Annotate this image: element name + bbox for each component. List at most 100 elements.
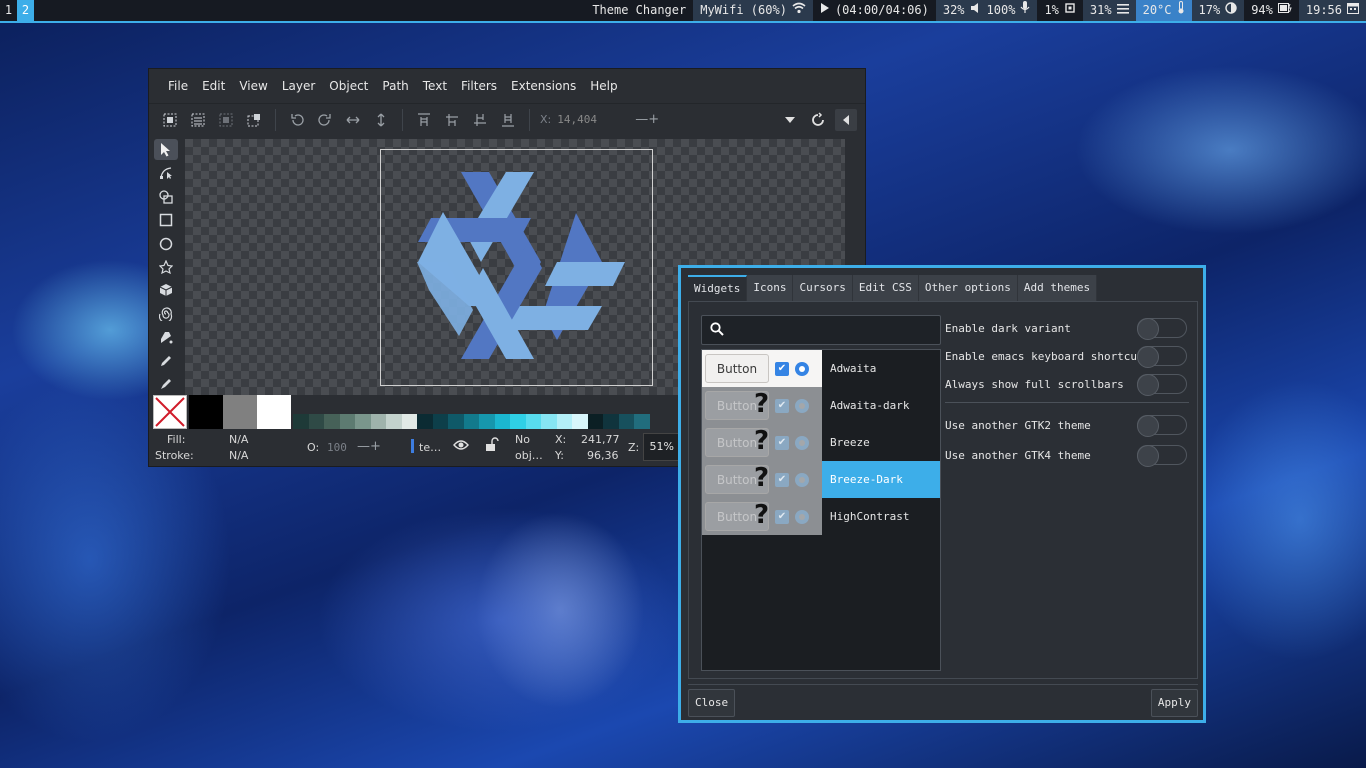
palette-swatch[interactable] [572, 414, 588, 429]
menu-path[interactable]: Path [375, 79, 415, 93]
tab-widgets[interactable]: Widgets [688, 275, 748, 301]
gtk4-theme-toggle[interactable] [1137, 445, 1187, 467]
palette-swatch[interactable] [448, 414, 464, 429]
palette-swatch[interactable] [618, 414, 634, 429]
palette-swatch[interactable] [417, 414, 433, 429]
palette-swatch[interactable] [494, 414, 510, 429]
x-value[interactable]: 14,404 [557, 113, 629, 126]
menu-edit[interactable]: Edit [195, 79, 232, 93]
menu-text[interactable]: Text [416, 79, 454, 93]
workspace-1[interactable]: 1 [0, 0, 17, 21]
rotate-cw-icon[interactable] [314, 109, 336, 131]
palette-swatch[interactable] [339, 414, 355, 429]
wifi-status[interactable]: MyWifi (60%) [693, 0, 813, 21]
select-all-icon[interactable] [159, 109, 181, 131]
lower-to-bottom-icon[interactable] [497, 109, 519, 131]
palette-swatch[interactable] [432, 414, 448, 429]
rectangle-tool-icon[interactable] [154, 209, 178, 230]
star-tool-icon[interactable] [154, 256, 178, 277]
theme-row[interactable]: Button ✔? Breeze [702, 424, 940, 461]
palette-swatch[interactable] [324, 414, 340, 429]
x-position-field[interactable]: X: 14,404 —+ [540, 112, 659, 127]
gtk2-theme-toggle[interactable] [1137, 415, 1187, 437]
eye-visibility-icon[interactable] [453, 439, 469, 454]
palette-swatch[interactable] [556, 414, 572, 429]
spiral-tool-icon[interactable] [154, 303, 178, 324]
tab-edit-css[interactable]: Edit CSS [852, 275, 919, 301]
palette-swatch[interactable] [463, 414, 479, 429]
palette-swatch[interactable] [634, 414, 650, 429]
palette-swatch[interactable] [293, 414, 309, 429]
menu-filters[interactable]: Filters [454, 79, 504, 93]
option-emacs-shortcuts[interactable]: Enable emacs keyboard shortcuts [945, 342, 1189, 370]
x-stepper-icon[interactable]: —+ [635, 112, 659, 127]
current-layer[interactable]: te… [419, 441, 441, 454]
no-paint-swatch[interactable] [153, 395, 187, 429]
theme-row[interactable]: Button ✔? HighContrast [702, 498, 940, 535]
theme-row[interactable]: Button ✔? Breeze-Dark [702, 461, 940, 498]
volume-status[interactable]: 32% 100% [935, 0, 1038, 21]
lock-open-icon[interactable] [485, 437, 499, 456]
search-input[interactable] [730, 324, 940, 336]
3d-box-tool-icon[interactable] [154, 280, 178, 301]
palette-swatch[interactable] [587, 414, 603, 429]
palette-swatch[interactable] [370, 414, 386, 429]
deselect-icon[interactable] [215, 109, 237, 131]
menu-file[interactable]: File [161, 79, 195, 93]
palette-swatch[interactable] [525, 414, 541, 429]
flip-vertical-icon[interactable] [370, 109, 392, 131]
palette-swatch[interactable] [479, 414, 495, 429]
theme-row[interactable]: Button ✔? Adwaita-dark [702, 387, 940, 424]
selector-tool-icon[interactable] [154, 139, 178, 161]
select-all-layers-icon[interactable] [187, 109, 209, 131]
rotate-ccw-icon[interactable] [286, 109, 308, 131]
tab-add-themes[interactable]: Add themes [1017, 275, 1098, 301]
palette-swatch[interactable] [308, 414, 324, 429]
pen-tool-icon[interactable] [154, 327, 178, 348]
pencil-tool-icon[interactable] [154, 350, 178, 371]
option-full-scrollbars[interactable]: Always show full scrollbars [945, 370, 1189, 398]
collapse-left-icon[interactable] [835, 108, 857, 131]
palette-swatch[interactable] [386, 414, 402, 429]
palette-swatch[interactable] [510, 414, 526, 429]
brightness-status[interactable]: 17% [1191, 0, 1245, 21]
theme-search-field[interactable] [701, 315, 941, 345]
workspace-2[interactable]: 2 [17, 0, 34, 21]
black-swatch[interactable] [189, 395, 223, 429]
menu-layer[interactable]: Layer [275, 79, 322, 93]
emacs-shortcuts-toggle[interactable] [1137, 346, 1187, 368]
opacity-stepper-icon[interactable]: —+ [357, 439, 381, 454]
dark-variant-toggle[interactable] [1137, 318, 1187, 340]
gray-swatch[interactable] [223, 395, 257, 429]
lower-icon[interactable] [469, 109, 491, 131]
apply-button[interactable]: Apply [1150, 689, 1198, 717]
menu-view[interactable]: View [232, 79, 274, 93]
media-status[interactable]: (04:00/04:06) [813, 0, 936, 21]
tab-cursors[interactable]: Cursors [793, 275, 853, 301]
palette-swatch[interactable] [355, 414, 371, 429]
dropdown-arrow-icon[interactable] [779, 109, 801, 131]
palette-swatch[interactable] [603, 414, 619, 429]
tab-icons[interactable]: Icons [747, 275, 794, 301]
nixos-snowflake-logo[interactable] [381, 150, 652, 385]
snap-toggle-icon[interactable] [807, 109, 829, 131]
opacity-value[interactable]: 100 [327, 441, 347, 454]
white-swatch[interactable] [257, 395, 291, 429]
option-gtk2-theme[interactable]: Use another GTK2 theme [945, 411, 1189, 439]
theme-row[interactable]: Button ✔ Adwaita [702, 350, 940, 387]
zoom-field[interactable]: 51% [643, 433, 679, 461]
full-scrollbars-toggle[interactable] [1137, 374, 1187, 396]
raise-to-top-icon[interactable] [413, 109, 435, 131]
menu-help[interactable]: Help [583, 79, 624, 93]
node-tool-icon[interactable] [154, 162, 178, 183]
shape-builder-icon[interactable] [154, 186, 178, 207]
menu-object[interactable]: Object [322, 79, 375, 93]
option-dark-variant[interactable]: Enable dark variant [945, 314, 1189, 342]
calligraphy-tool-icon[interactable] [154, 374, 178, 395]
tab-other-options[interactable]: Other options [918, 275, 1018, 301]
raise-icon[interactable] [441, 109, 463, 131]
ellipse-tool-icon[interactable] [154, 233, 178, 254]
option-gtk4-theme[interactable]: Use another GTK4 theme [945, 441, 1189, 469]
close-button[interactable]: Close [688, 689, 736, 717]
menu-extensions[interactable]: Extensions [504, 79, 583, 93]
